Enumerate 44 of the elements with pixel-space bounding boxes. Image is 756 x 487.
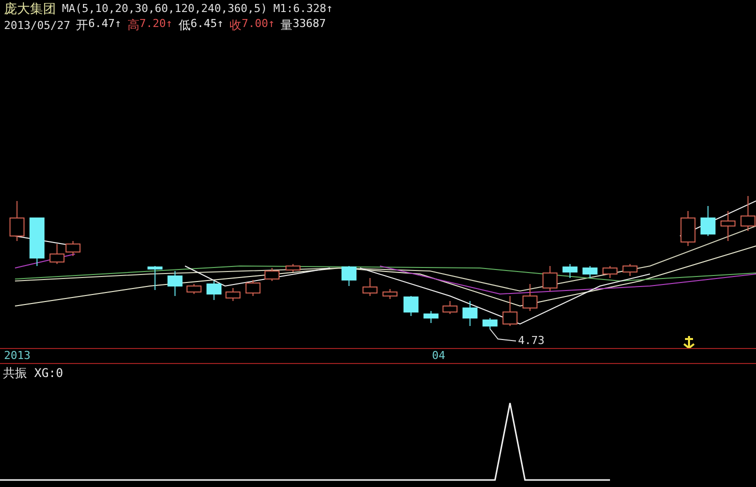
candlestick — [264, 268, 280, 282]
candlestick — [502, 296, 518, 326]
candlestick — [206, 280, 222, 300]
candlestick — [66, 240, 80, 256]
candlestick — [286, 264, 300, 272]
candlestick — [720, 210, 736, 242]
candlestick — [226, 288, 240, 302]
quote-value: 开6.47↑ — [76, 17, 122, 34]
candlestick — [482, 318, 498, 330]
candlestick — [30, 218, 44, 266]
candlestick — [246, 280, 260, 296]
time-axis-label: 04 — [432, 349, 446, 362]
candlestick — [168, 270, 182, 296]
quote-value: 收7.00↑ — [230, 17, 275, 34]
quote-value: 量33687 — [280, 17, 326, 34]
candlestick — [542, 266, 558, 292]
candlestick — [582, 266, 598, 278]
candlestick — [404, 296, 418, 316]
candlestick — [442, 300, 458, 314]
ma-parameters: MA(5,10,20,30,60,120,240,360,5) — [62, 2, 268, 15]
stock-name: 庞大集团 — [4, 0, 56, 18]
candlestick — [622, 264, 638, 276]
quote-value: 低6.45↑ — [178, 17, 224, 34]
anchor-icon[interactable] — [683, 335, 695, 348]
candlestick — [462, 300, 478, 326]
candlestick — [700, 206, 716, 236]
leader-line — [490, 328, 516, 342]
candlestick — [562, 264, 578, 278]
candlestick — [362, 278, 378, 296]
candlestick — [680, 210, 696, 246]
low-price-label: 4.73 — [518, 334, 544, 347]
candlestick — [186, 284, 202, 294]
candlestick — [522, 284, 538, 312]
candlestick — [148, 266, 162, 290]
candlestick — [424, 310, 438, 324]
quote-date: 2013/05/27 — [4, 19, 70, 32]
candlestick — [602, 266, 618, 278]
indicator-title: 共振 XG:0 — [3, 365, 64, 382]
candlestick — [50, 244, 64, 264]
quote-value: 高7.20↑ — [127, 17, 172, 34]
candlestick — [10, 200, 24, 242]
candlestick — [342, 266, 356, 286]
ma-value: M1:6.328↑ — [273, 2, 333, 15]
time-axis-label: 2013 — [4, 349, 30, 362]
